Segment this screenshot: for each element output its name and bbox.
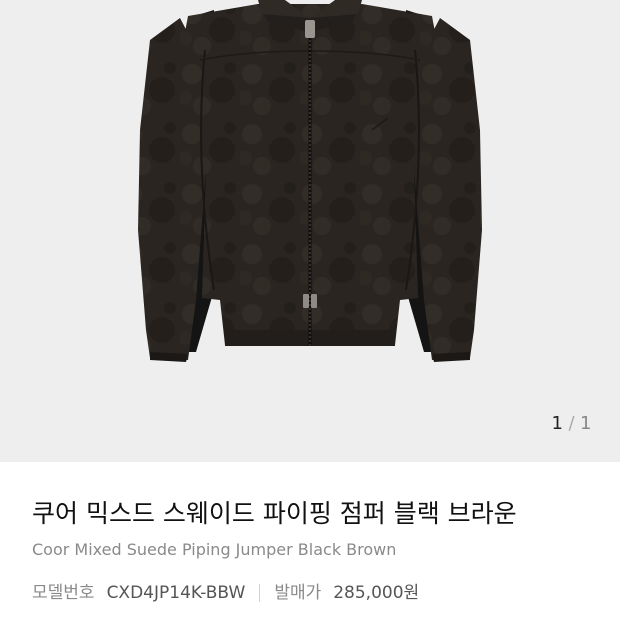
release-price-label: 발매가 bbox=[274, 583, 322, 603]
pager-total: 1 bbox=[580, 413, 592, 434]
product-info: 쿠어 믹스드 스웨이드 파이핑 점퍼 블랙 브라운 Coor Mixed Sue… bbox=[0, 462, 620, 620]
product-image-gallery[interactable]: 1/1 bbox=[0, 0, 620, 462]
image-pager: 1/1 bbox=[552, 412, 592, 436]
pager-separator: / bbox=[568, 413, 576, 434]
release-price-value: 285,000원 bbox=[333, 583, 420, 603]
product-title-en: Coor Mixed Suede Piping Jumper Black Bro… bbox=[32, 540, 397, 559]
model-number-label: 모델번호 bbox=[32, 583, 95, 603]
product-title-ko: 쿠어 믹스드 스웨이드 파이핑 점퍼 블랙 브라운 bbox=[32, 499, 517, 528]
meta-divider bbox=[259, 584, 261, 602]
product-image bbox=[138, 0, 482, 362]
zipper-pull-bottom bbox=[303, 294, 309, 308]
pager-current: 1 bbox=[551, 413, 564, 434]
model-number-value: CXD4JP14K-BBW bbox=[106, 583, 246, 603]
zipper-pull-top bbox=[305, 20, 315, 38]
product-meta: 모델번호 CXD4JP14K-BBW 발매가 285,000원 bbox=[32, 582, 419, 604]
